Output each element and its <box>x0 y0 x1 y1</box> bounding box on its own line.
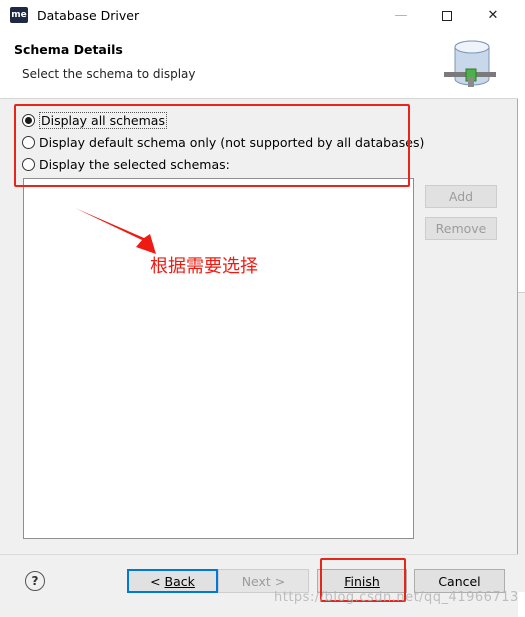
back-arrow: < <box>150 573 165 589</box>
help-icon[interactable]: ? <box>25 571 45 591</box>
database-icon <box>440 35 500 93</box>
close-button[interactable]: ✕ <box>470 0 516 31</box>
annotation-text: 根据需要选择 <box>150 256 258 277</box>
remove-button[interactable]: Remove <box>425 217 497 240</box>
watermark-text: https://blog.csdn.net/qq_41966713 <box>274 590 519 605</box>
close-icon: ✕ <box>487 8 499 23</box>
maximize-button[interactable] <box>424 0 470 31</box>
database-driver-dialog: me Database Driver — ✕ Schema Details Se… <box>0 0 518 617</box>
maximize-icon <box>442 10 452 21</box>
window-title: Database Driver <box>37 8 140 23</box>
back-button[interactable]: < Back <box>127 569 218 593</box>
title-bar[interactable]: me Database Driver — ✕ <box>0 0 518 31</box>
minimize-button[interactable]: — <box>378 0 424 31</box>
back-label: Back <box>164 573 195 589</box>
add-button[interactable]: Add <box>425 185 497 208</box>
annotation-arrow-icon <box>75 208 156 254</box>
page-title: Schema Details <box>14 42 123 57</box>
wizard-banner: Schema Details Select the schema to disp… <box>0 31 518 99</box>
minimize-icon: — <box>394 8 408 23</box>
underlying-window-edge-right <box>517 292 525 592</box>
app-logo-icon: me <box>10 7 28 23</box>
wizard-footer: ? < Back Next > Finish Cancel <box>0 554 518 617</box>
page-description: Select the schema to display <box>22 67 196 81</box>
annotation-highlight-options <box>14 104 410 187</box>
